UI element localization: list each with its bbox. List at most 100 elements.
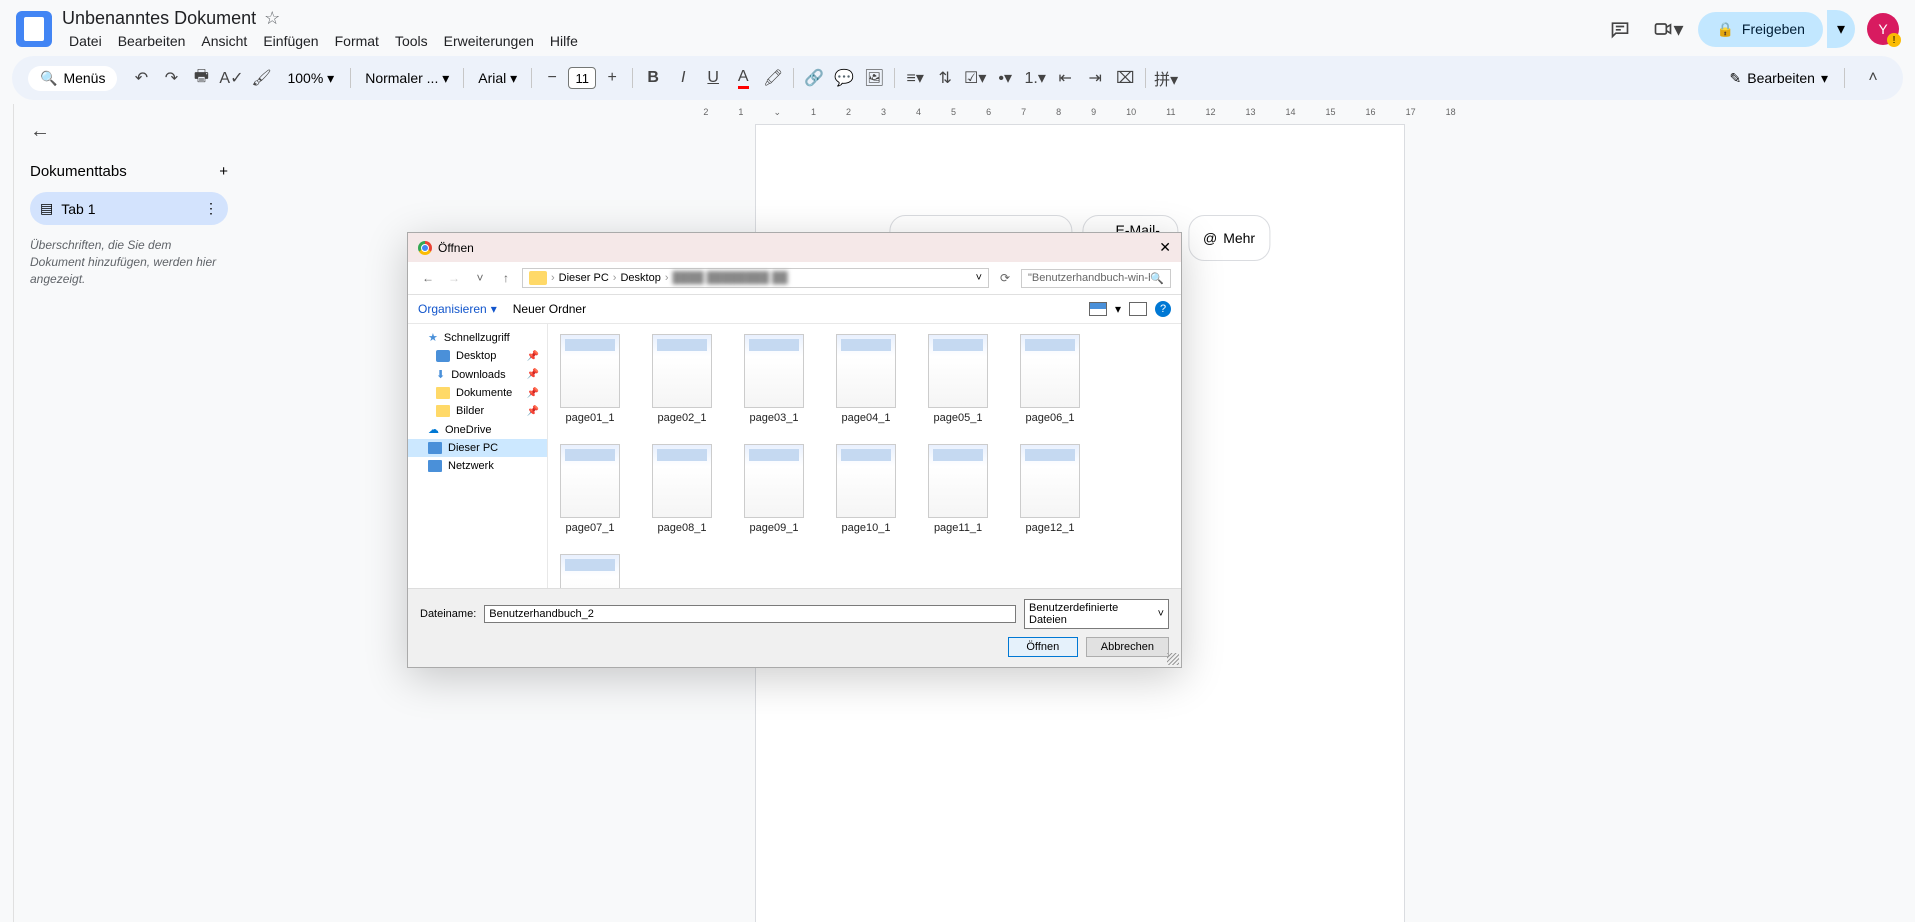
file-thumbnail[interactable]: page02_1 — [650, 334, 714, 424]
file-thumbnail[interactable]: page13_1 — [558, 554, 622, 588]
underline-button[interactable]: U — [699, 64, 727, 92]
file-thumbnail[interactable]: page08_1 — [650, 444, 714, 534]
sidebar-item-downloads[interactable]: ⬇Downloads📌 — [408, 365, 547, 384]
add-tab-button[interactable]: + — [219, 163, 228, 180]
link-button[interactable]: 🔗 — [800, 64, 828, 92]
file-thumbnail[interactable]: page09_1 — [742, 444, 806, 534]
file-thumbnail[interactable]: page10_1 — [834, 444, 898, 534]
spellcheck-button[interactable]: A✓ — [217, 64, 245, 92]
zoom-select[interactable]: 100% ▾ — [277, 70, 344, 87]
separator — [1844, 68, 1845, 88]
menu-tools[interactable]: Tools — [388, 31, 435, 51]
avatar[interactable]: Y — [1867, 13, 1899, 45]
breadcrumb-item[interactable]: Dieser PC — [559, 272, 609, 284]
file-thumbnail[interactable]: page05_1 — [926, 334, 990, 424]
number-list-button[interactable]: 1.▾ — [1021, 64, 1049, 92]
checklist-button[interactable]: ☑▾ — [961, 64, 989, 92]
menu-edit[interactable]: Bearbeiten — [111, 31, 193, 51]
clear-format-button[interactable]: ⌧ — [1111, 64, 1139, 92]
fontsize-decrease[interactable]: − — [538, 64, 566, 92]
share-button[interactable]: 🔒 Freigeben — [1698, 12, 1822, 47]
breadcrumb[interactable]: › Dieser PC › Desktop › ████ ████████ ██… — [522, 268, 989, 288]
nav-history-icon[interactable]: ˅ — [470, 271, 490, 285]
menu-file[interactable]: Datei — [62, 31, 109, 51]
dialog-search-input[interactable]: "Benutzerhandbuch-win-bild... 🔍 — [1021, 269, 1171, 288]
filename-input[interactable] — [484, 605, 1016, 623]
menu-extensions[interactable]: Erweiterungen — [437, 31, 541, 51]
paragraph-style-select[interactable]: Normaler ... ▾ — [357, 70, 457, 87]
file-thumbnail[interactable]: page04_1 — [834, 334, 898, 424]
close-icon[interactable]: ✕ — [1159, 239, 1171, 256]
thumbnail-image — [744, 444, 804, 518]
open-button[interactable]: Öffnen — [1008, 637, 1078, 657]
docs-icon[interactable] — [16, 11, 52, 47]
star-icon[interactable]: ☆ — [264, 8, 280, 29]
line-spacing-button[interactable]: ⇅ — [931, 64, 959, 92]
italic-button[interactable]: I — [669, 64, 697, 92]
tab-menu-icon[interactable]: ⋮ — [204, 200, 218, 217]
highlight-button[interactable]: 🖍 — [759, 64, 787, 92]
document-title[interactable]: Unbenanntes Dokument — [62, 8, 256, 29]
sidebar-item-onedrive[interactable]: ☁OneDrive — [408, 420, 547, 439]
text-color-button[interactable]: A — [729, 64, 757, 92]
filetype-select[interactable]: Benutzerdefinierte Dateien˅ — [1024, 599, 1169, 629]
new-folder-button[interactable]: Neuer Ordner — [513, 302, 586, 316]
sidebar-item-desktop[interactable]: Desktop📌 — [408, 347, 547, 365]
file-thumbnail[interactable]: page07_1 — [558, 444, 622, 534]
file-thumbnail[interactable]: page06_1 — [1018, 334, 1082, 424]
menu-format[interactable]: Format — [328, 31, 386, 51]
font-select[interactable]: Arial ▾ — [470, 70, 525, 87]
undo-button[interactable]: ↶ — [127, 64, 155, 92]
align-button[interactable]: ≡▾ — [901, 64, 929, 92]
tab-item[interactable]: ▤ Tab 1 ⋮ — [30, 192, 228, 225]
chip-more[interactable]: @Mehr — [1188, 215, 1270, 261]
refresh-icon[interactable]: ⟳ — [995, 271, 1015, 285]
file-thumbnail[interactable]: page11_1 — [926, 444, 990, 534]
image-button[interactable]: 🖼 — [860, 64, 888, 92]
preview-pane-icon[interactable] — [1129, 302, 1147, 316]
chevron-down-icon[interactable]: ˅ — [976, 272, 982, 284]
menus-search[interactable]: 🔍 Menüs — [28, 66, 117, 91]
menu-help[interactable]: Hilfe — [543, 31, 585, 51]
indent-decrease-button[interactable]: ⇤ — [1051, 64, 1079, 92]
organize-button[interactable]: Organisieren ▾ — [418, 302, 497, 316]
print-button[interactable]: 🖶 — [187, 64, 215, 92]
ime-button[interactable]: 拼▾ — [1152, 64, 1180, 92]
file-thumbnail[interactable]: page01_1 — [558, 334, 622, 424]
sidebar-item-quick[interactable]: ★Schnellzugriff — [408, 328, 547, 347]
menu-insert[interactable]: Einfügen — [256, 31, 325, 51]
fontsize-input[interactable] — [568, 67, 596, 89]
fontsize-increase[interactable]: + — [598, 64, 626, 92]
nav-up-icon[interactable]: ↑ — [496, 271, 516, 285]
collapse-toolbar-button[interactable]: ˄ — [1859, 64, 1887, 92]
indent-increase-button[interactable]: ⇥ — [1081, 64, 1109, 92]
nav-forward-icon[interactable]: → — [444, 271, 464, 285]
share-dropdown[interactable]: ▾ — [1827, 10, 1855, 48]
comment-button[interactable]: 💬 — [830, 64, 858, 92]
paint-format-button[interactable]: 🖌 — [247, 64, 275, 92]
help-icon[interactable]: ? — [1155, 301, 1171, 317]
bullet-list-button[interactable]: •▾ — [991, 64, 1019, 92]
nav-back-icon[interactable]: ← — [418, 271, 438, 285]
file-thumbnail[interactable]: page12_1 — [1018, 444, 1082, 534]
separator — [632, 68, 633, 88]
edit-mode-select[interactable]: ✎ Bearbeiten ▾ — [1720, 66, 1838, 91]
breadcrumb-item-blurred[interactable]: ████ ████████ ██ — [673, 272, 788, 284]
menu-view[interactable]: Ansicht — [194, 31, 254, 51]
meet-icon[interactable]: ▾ — [1650, 11, 1686, 47]
redo-button[interactable]: ↷ — [157, 64, 185, 92]
sidebar-item-documents[interactable]: Dokumente📌 — [408, 384, 547, 402]
chevron-down-icon[interactable]: ▾ — [1115, 302, 1121, 316]
view-mode-icon[interactable] — [1089, 302, 1107, 316]
cancel-button[interactable]: Abbrechen — [1086, 637, 1169, 657]
back-arrow-icon[interactable]: ← — [30, 120, 50, 143]
thumbnail-label: page10_1 — [842, 522, 891, 534]
breadcrumb-item[interactable]: Desktop — [620, 272, 660, 284]
file-thumbnail[interactable]: page03_1 — [742, 334, 806, 424]
resize-grip[interactable] — [1167, 653, 1179, 665]
comments-icon[interactable] — [1602, 11, 1638, 47]
bold-button[interactable]: B — [639, 64, 667, 92]
sidebar-item-network[interactable]: Netzwerk — [408, 457, 547, 475]
sidebar-item-thispc[interactable]: Dieser PC — [408, 439, 547, 457]
sidebar-item-pictures[interactable]: Bilder📌 — [408, 402, 547, 420]
